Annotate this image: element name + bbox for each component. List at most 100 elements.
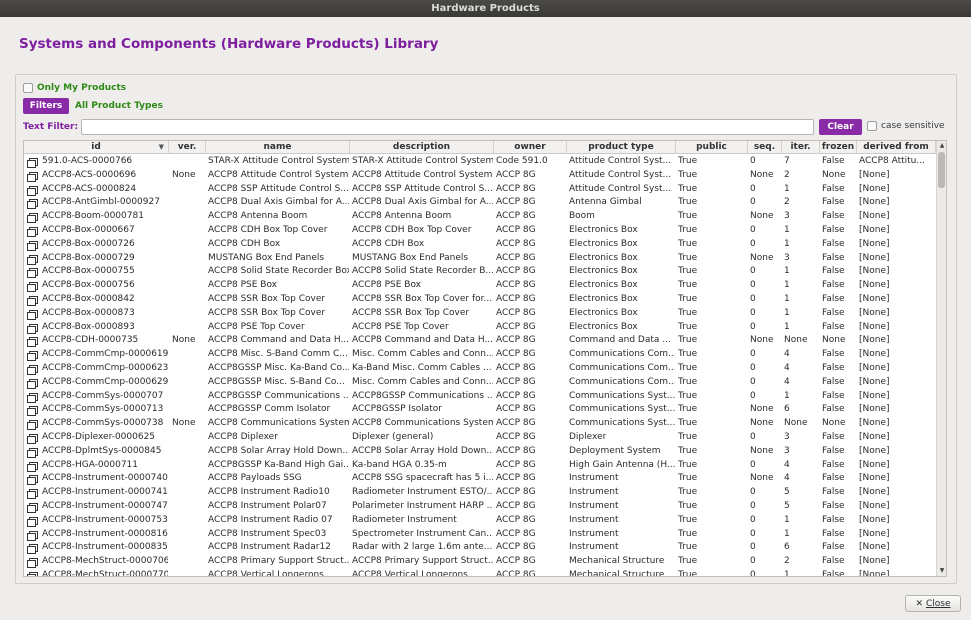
table-cell-public: True: [678, 528, 698, 539]
table-cell-name: ACCP8 Vertical Longerons: [208, 570, 324, 577]
table-cell-owner: ACCP 8G: [496, 473, 536, 484]
table-row[interactable]: ACCP8-Box-0000893 ACCP8 PSE Top Cover ACCP…: [24, 321, 936, 335]
table-cell-public: True: [678, 349, 698, 360]
column-header-public[interactable]: public: [676, 141, 748, 154]
table-row[interactable]: ACCP8-Box-0000755 ACCP8 Solid State Recor…: [24, 265, 936, 279]
column-header-product-type[interactable]: product type: [567, 141, 676, 154]
table-cell-frozen: False: [822, 528, 845, 539]
table-cell-frozen: False: [822, 225, 845, 235]
filters-button[interactable]: Filters: [23, 98, 69, 114]
table-row[interactable]: ACCP8-ACS-0000824 ACCP8 SSP Attitude Cont…: [24, 183, 936, 197]
table-cell-owner: ACCP 8G: [496, 280, 536, 291]
table-row[interactable]: ACCP8-CommSys-0000738 None ACCP8 Communica…: [24, 417, 936, 431]
column-header-ver[interactable]: ver.: [169, 141, 206, 154]
vertical-scrollbar[interactable]: ▲ ▼: [936, 141, 946, 576]
table-row[interactable]: ACCP8-Instrument-0000816 ACCP8 Instrument…: [24, 528, 936, 542]
table-cell-name: ACCP8 Instrument Polar07: [208, 501, 327, 511]
column-header-description[interactable]: description: [350, 141, 494, 154]
product-icon: [27, 158, 38, 168]
table-cell-owner: ACCP 8G: [496, 252, 536, 263]
table-cell-public: True: [678, 183, 698, 194]
table-cell-public: True: [678, 156, 698, 166]
table-cell-public: True: [678, 321, 698, 332]
table-row[interactable]: ACCP8-Box-0000667 ACCP8 CDH Box Top Cover…: [24, 224, 936, 238]
column-header-id[interactable]: id ▼: [24, 141, 169, 154]
table-cell-ver: [172, 569, 205, 576]
table-cell-frozen: False: [822, 156, 845, 166]
table-row[interactable]: 591.0-ACS-0000766 STAR-X Attitude Control…: [24, 155, 936, 169]
table-row[interactable]: ACCP8-Instrument-0000753 ACCP8 Instrument…: [24, 514, 936, 528]
table-cell-derived-from: [None]: [859, 294, 890, 304]
table-row[interactable]: ACCP8-Instrument-0000740 ACCP8 Payloads S…: [24, 472, 936, 486]
table-cell-id: ACCP8-Box-0000893: [42, 321, 135, 332]
table-cell-public: True: [678, 487, 698, 498]
table-cell-id: ACCP8-CommCmp-0000619: [42, 349, 168, 360]
table-header: id ▼ ver. name description owner product type p…: [24, 141, 936, 154]
table-cell-owner: ACCP 8G: [496, 335, 536, 346]
table-row[interactable]: ACCP8-Diplexer-0000625 ACCP8 Diplexer Dipl…: [24, 431, 936, 445]
column-header-seq[interactable]: seq.: [748, 141, 782, 154]
table-cell-id: ACCP8-CDH-0000735: [42, 335, 139, 346]
table-row[interactable]: ACCP8-DplmtSys-0000845 ACCP8 Solar Array …: [24, 445, 936, 459]
table-row[interactable]: ACCP8-MechStruct-0000770 ACCP8 Vertical L…: [24, 569, 936, 577]
table-row[interactable]: ACCP8-HGA-0000711 ACCP8GSSP Ka-Band High …: [24, 459, 936, 473]
case-sensitive-checkbox[interactable]: [867, 121, 877, 131]
table-cell-iter: 2: [784, 169, 790, 180]
table-row[interactable]: ACCP8-Box-0000756 ACCP8 PSE Box ACCP8 PSE …: [24, 279, 936, 293]
case-sensitive-toggle[interactable]: case sensitive: [867, 121, 945, 131]
table-row[interactable]: ACCP8-MechStruct-0000706 ACCP8 Primary Su…: [24, 555, 936, 569]
table-cell-owner: ACCP 8G: [496, 501, 536, 511]
table-row[interactable]: ACCP8-Box-0000726 ACCP8 CDH Box ACCP8 CDH …: [24, 238, 936, 252]
table-cell-name: ACCP8 Instrument Radio10: [208, 487, 330, 498]
text-filter-input[interactable]: [81, 119, 814, 135]
table-cell-public: True: [678, 280, 698, 291]
table-cell-iter: 1: [784, 570, 790, 577]
table-row[interactable]: ACCP8-Box-0000842 ACCP8 SSR Box Top Cover…: [24, 293, 936, 307]
products-table[interactable]: id ▼ ver. name description owner product type p…: [23, 140, 947, 577]
table-cell-description: ACCP8 Vertical Longerons: [352, 570, 468, 577]
table-row[interactable]: ACCP8-Instrument-0000741 ACCP8 Instrument…: [24, 486, 936, 500]
column-header-label: public: [696, 142, 727, 152]
table-row[interactable]: ACCP8-Instrument-0000835 ACCP8 Instrument…: [24, 541, 936, 555]
table-cell-ver: [172, 514, 205, 528]
column-header-derived-from[interactable]: derived from: [857, 141, 936, 154]
only-my-products-checkbox[interactable]: [23, 83, 33, 93]
column-header-owner[interactable]: owner: [494, 141, 567, 154]
table-row[interactable]: ACCP8-Box-0000729 MUSTANG Box End Panels M…: [24, 252, 936, 266]
product-icon: [27, 365, 38, 375]
product-icon: [27, 406, 38, 417]
column-header-frozen[interactable]: frozen: [820, 141, 857, 154]
table-cell-iter: 1: [784, 225, 790, 235]
table-cell-seq: 0: [750, 307, 756, 318]
table-row[interactable]: ACCP8-AntGimbl-0000927 ACCP8 Dual Axis Gi…: [24, 196, 936, 210]
table-row[interactable]: ACCP8-CDH-0000735 None ACCP8 Command and D…: [24, 334, 936, 348]
table-cell-iter: 3: [784, 211, 790, 222]
table-row[interactable]: ACCP8-Boom-0000781 ACCP8 Antenna Boom ACCP…: [24, 210, 936, 224]
scroll-thumb[interactable]: [938, 152, 945, 188]
table-body[interactable]: 591.0-ACS-0000766 STAR-X Attitude Control…: [24, 155, 936, 577]
table-row[interactable]: ACCP8-Instrument-0000747 ACCP8 Instrument…: [24, 500, 936, 514]
close-button[interactable]: ✕ Close: [905, 595, 961, 612]
table-row[interactable]: ACCP8-CommSys-0000713 ACCP8GSSP Comm Isol…: [24, 403, 936, 417]
table-cell-id: ACCP8-CommSys-0000738: [42, 418, 164, 429]
scroll-up-icon[interactable]: ▲: [937, 141, 946, 151]
table-row[interactable]: ACCP8-CommCmp-0000619 ACCP8 Misc. S-Band …: [24, 348, 936, 362]
product-icon: [27, 558, 38, 569]
table-cell-ver: [172, 459, 205, 473]
sort-descending-icon[interactable]: ▼: [159, 141, 164, 154]
table-row[interactable]: ACCP8-ACS-0000696 None ACCP8 Attitude Cont…: [24, 169, 936, 183]
table-row[interactable]: ACCP8-CommCmp-0000623 ACCP8GSSP Misc. Ka-…: [24, 362, 936, 376]
table-cell-derived-from: [None]: [859, 542, 890, 553]
only-my-products-toggle[interactable]: Only My Products: [23, 82, 126, 94]
table-cell-name: ACCP8 Command and Data H...: [208, 335, 349, 346]
clear-button[interactable]: Clear: [819, 119, 862, 135]
table-cell-iter: 3: [784, 252, 790, 263]
table-row[interactable]: ACCP8-Box-0000873 ACCP8 SSR Box Top Cover…: [24, 307, 936, 321]
table-cell-derived-from: [None]: [859, 376, 890, 387]
scroll-down-icon[interactable]: ▼: [937, 566, 946, 576]
table-row[interactable]: ACCP8-CommCmp-0000629 ACCP8GSSP Misc. S-B…: [24, 376, 936, 390]
table-row[interactable]: ACCP8-CommSys-0000707 ACCP8GSSP Communica…: [24, 390, 936, 404]
column-header-iter[interactable]: iter.: [782, 141, 820, 154]
column-header-name[interactable]: name: [206, 141, 350, 154]
table-cell-product-type: Electronics Box: [569, 280, 638, 291]
